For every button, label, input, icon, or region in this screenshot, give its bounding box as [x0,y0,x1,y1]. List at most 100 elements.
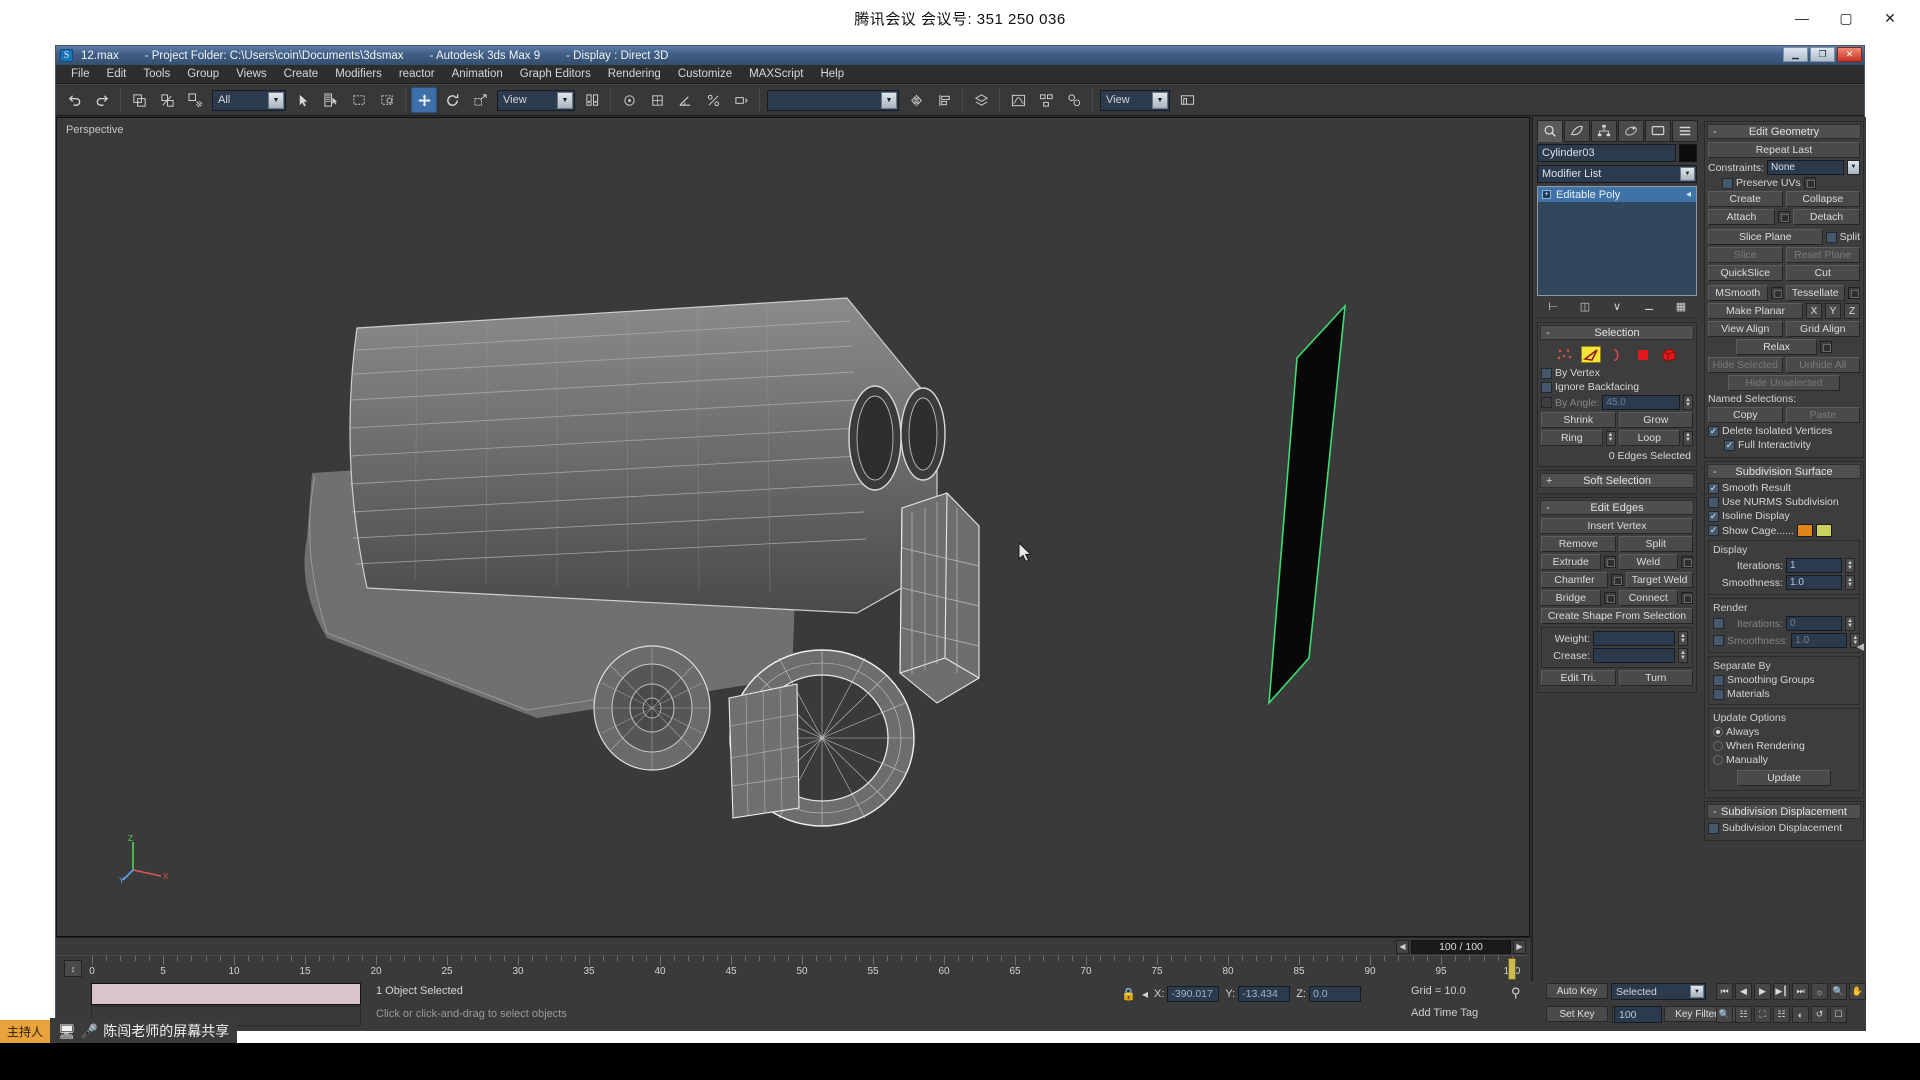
render-iterations-spinner[interactable]: ▲ ▼ [1845,616,1855,631]
constraints-dropdown-icon[interactable]: ▼ [1847,160,1860,175]
modifier-list-combo[interactable]: Modifier List ▼ [1537,165,1697,183]
materials-row[interactable]: ✓ Materials [1713,688,1855,700]
select-and-link-icon[interactable] [126,87,152,113]
chevron-down-icon[interactable]: ▼ [1152,91,1168,109]
tessellate-settings-button[interactable] [1848,287,1860,299]
reset-plane-button[interactable]: Reset Plane [1785,247,1860,263]
tessellate-button[interactable]: Tessellate [1785,285,1845,301]
quickslice-button[interactable]: QuickSlice [1708,265,1783,281]
chevron-down-icon[interactable]: ▼ [1680,167,1695,181]
edit-edges-rollout-header[interactable]: - Edit Edges [1540,500,1694,515]
constraints-value[interactable]: None [1767,160,1844,175]
angle-snap-toggle-icon[interactable] [672,87,698,113]
isoline-display-checkbox[interactable]: ✓ [1708,510,1719,522]
remove-modifier-icon[interactable]: ⚊ [1639,300,1659,313]
polygon-level-icon[interactable] [1633,346,1653,363]
copy-button[interactable]: Copy [1708,407,1783,423]
coord-x-value[interactable]: -390.017 [1167,986,1220,1002]
border-level-icon[interactable] [1607,346,1627,363]
menu-animation[interactable]: Animation [444,66,512,82]
crease-value[interactable] [1593,648,1675,663]
weld-button[interactable]: Weld [1618,554,1678,570]
create-button[interactable]: Create [1708,191,1783,207]
select-by-name-icon[interactable] [318,87,344,113]
menu-customize[interactable]: Customize [670,66,741,82]
grid-align-button[interactable]: Grid Align [1785,321,1860,337]
select-object-icon[interactable] [290,87,316,113]
zoom-all-icon[interactable]: ☷ [1735,1006,1752,1023]
repeat-last-button[interactable]: Repeat Last [1708,142,1860,158]
bind-to-space-warp-icon[interactable] [182,87,208,113]
by-vertex-checkbox[interactable]: ✓ [1541,367,1552,379]
full-interactivity-checkbox[interactable]: ✓ [1724,439,1735,451]
previous-frame-icon[interactable]: ◀ [1735,983,1752,1000]
unhide-all-button[interactable]: Unhide All [1785,357,1860,373]
selection-filter-combo[interactable]: All ▼ [212,89,286,111]
maximize-viewport-toggle-icon[interactable]: ☐ [1830,1006,1847,1023]
pin-stack-icon[interactable]: ⊢ [1543,300,1563,313]
key-filter-selected-combo[interactable]: Selected ▼ [1611,983,1706,1000]
object-color-swatch[interactable] [1679,144,1697,162]
use-nurms-checkbox[interactable]: ✓ [1708,496,1719,508]
add-time-tag-button[interactable]: Add Time Tag [1411,1007,1478,1019]
maxscript-mini-listener[interactable] [91,983,361,1005]
loop-spinner[interactable]: ▲ ▼ [1683,430,1693,446]
coord-y-value[interactable]: -13.434 [1238,986,1291,1002]
time-slider-handle[interactable] [1508,958,1516,980]
play-animation-icon[interactable]: ▶ [1754,983,1771,1000]
chamfer-settings-button[interactable] [1611,574,1623,586]
chevron-down-icon[interactable]: ▼ [557,91,573,109]
zoom-icon[interactable]: 🔍 [1716,1006,1733,1023]
use-nurms-row[interactable]: ✓ Use NURMS Subdivision [1708,496,1860,508]
display-tab[interactable] [1645,120,1671,142]
grow-button[interactable]: Grow [1618,412,1693,428]
collapse-panel-icon[interactable]: ◂ [1856,637,1864,655]
motion-tab[interactable] [1618,120,1644,142]
chevron-down-icon[interactable]: ▼ [268,91,284,109]
manually-radio[interactable] [1713,755,1723,765]
edge-level-icon[interactable] [1581,346,1601,363]
loop-button[interactable]: Loop [1618,430,1680,446]
frame-next-button[interactable]: ▶ [1513,939,1526,954]
menu-modifiers[interactable]: Modifiers [327,66,391,82]
attach-button[interactable]: Attach [1708,209,1775,225]
go-to-end-icon[interactable]: ⏭ [1792,983,1809,1000]
display-iterations-spinner[interactable]: ▲ ▼ [1845,558,1855,573]
chevron-down-icon[interactable]: ▼ [1690,985,1704,998]
current-frame-field[interactable]: 100 [1614,1006,1662,1023]
relax-button[interactable]: Relax [1736,339,1817,355]
os-minimize-icon[interactable]: — [1780,3,1824,33]
field-of-view-icon[interactable]: ◐ [1792,1006,1809,1023]
cage-color-swatch-1[interactable] [1796,524,1813,537]
menu-graph-editors[interactable]: Graph Editors [512,66,600,82]
subdivision-displacement-rollout-header[interactable]: - Subdivision Displacement [1707,804,1861,819]
bridge-button[interactable]: Bridge [1541,590,1601,606]
selection-rollout-header[interactable]: - Selection [1540,325,1694,340]
edit-tri-button[interactable]: Edit Tri. [1541,670,1616,686]
always-radio[interactable] [1713,727,1723,737]
menu-file[interactable]: File [63,66,99,82]
set-key-button[interactable]: Set Key [1546,1006,1608,1022]
undo-icon[interactable] [61,87,87,113]
redo-icon[interactable] [89,87,115,113]
os-close-icon[interactable]: ✕ [1868,3,1912,33]
preserve-uvs-checkbox[interactable]: ✓ [1722,177,1733,189]
delete-isolated-vertices-checkbox[interactable]: ✓ [1708,425,1719,437]
bridge-settings-button[interactable] [1603,592,1616,604]
menu-views[interactable]: Views [228,66,275,82]
select-and-rotate-icon[interactable] [439,87,465,113]
hierarchy-tab[interactable] [1591,120,1617,142]
weight-spinner[interactable]: ▲ ▼ [1678,631,1688,646]
make-planar-x-button[interactable]: X [1806,303,1822,319]
max-minimize-button[interactable]: ▁ [1783,47,1808,62]
max-close-button[interactable]: ✕ [1837,47,1862,62]
snaps-toggle-icon[interactable] [644,87,670,113]
zoom-extents-icon[interactable]: ⛶ [1754,1006,1771,1023]
render-smoothness-checkbox[interactable]: ✓ [1713,635,1724,646]
layer-manager-icon[interactable] [968,87,994,113]
perspective-viewport[interactable]: Perspective Z X Y [56,117,1530,937]
mirror-icon[interactable] [903,87,929,113]
use-pivot-point-center-icon[interactable] [579,87,605,113]
vertex-level-icon[interactable] [1555,346,1575,363]
display-iterations-value[interactable]: 1 [1786,558,1842,573]
